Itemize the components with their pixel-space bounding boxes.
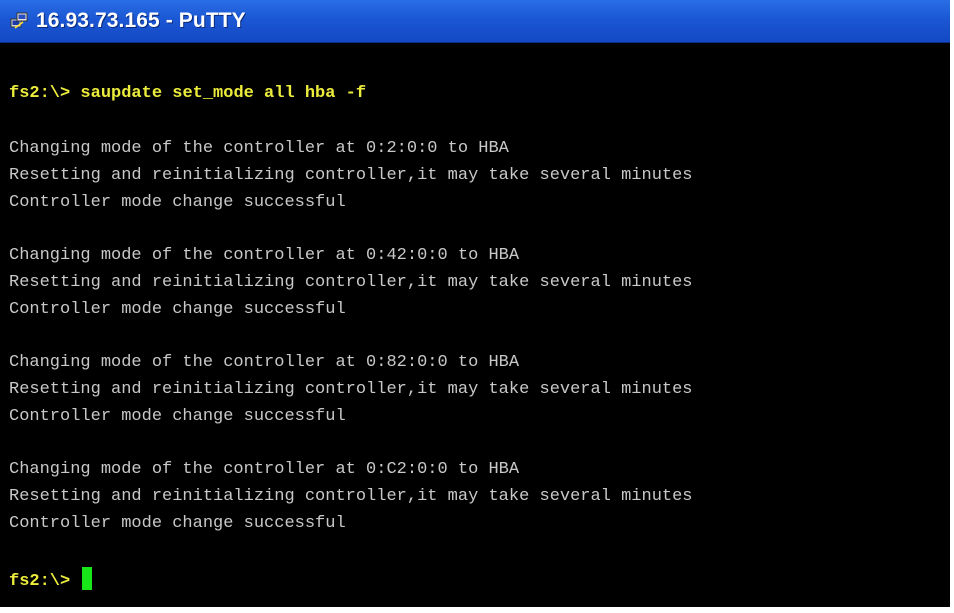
output-line-result: Controller mode change successful bbox=[9, 193, 346, 212]
output-line-changing: Changing mode of the controller at 0:2:0… bbox=[9, 139, 509, 158]
command-text: saupdate set_mode all hba -f bbox=[80, 84, 367, 103]
output-line-changing: Changing mode of the controller at 0:42:… bbox=[9, 246, 520, 265]
title-bar[interactable]: 16.93.73.165 - PuTTY bbox=[0, 0, 950, 43]
output-line-resetting: Resetting and reinitializing controller,… bbox=[9, 487, 693, 506]
command-line: fs2:\> saupdate set_mode all hba -f bbox=[9, 83, 366, 105]
output-line-changing: Changing mode of the controller at 0:C2:… bbox=[9, 460, 520, 479]
output-line-result: Controller mode change successful bbox=[9, 300, 346, 319]
output-line-resetting: Resetting and reinitializing controller,… bbox=[9, 380, 693, 399]
output-line-result: Controller mode change successful bbox=[9, 514, 346, 533]
command-prompt: fs2:\> bbox=[9, 84, 71, 103]
terminal-screen[interactable]: fs2:\> saupdate set_mode all hba -f Chan… bbox=[0, 43, 950, 607]
output-line-resetting: Resetting and reinitializing controller,… bbox=[9, 166, 693, 185]
final-prompt: fs2:\> bbox=[9, 572, 71, 591]
putty-window: 16.93.73.165 - PuTTY fs2:\> saupdate set… bbox=[0, 0, 950, 607]
output-line-resetting: Resetting and reinitializing controller,… bbox=[9, 273, 693, 292]
terminal-cursor bbox=[82, 567, 93, 590]
output-line-changing: Changing mode of the controller at 0:82:… bbox=[9, 353, 520, 372]
final-prompt-line: fs2:\> bbox=[9, 567, 93, 591]
window-title: 16.93.73.165 - PuTTY bbox=[36, 9, 246, 32]
putty-icon[interactable] bbox=[10, 12, 28, 30]
output-line-result: Controller mode change successful bbox=[9, 407, 346, 426]
